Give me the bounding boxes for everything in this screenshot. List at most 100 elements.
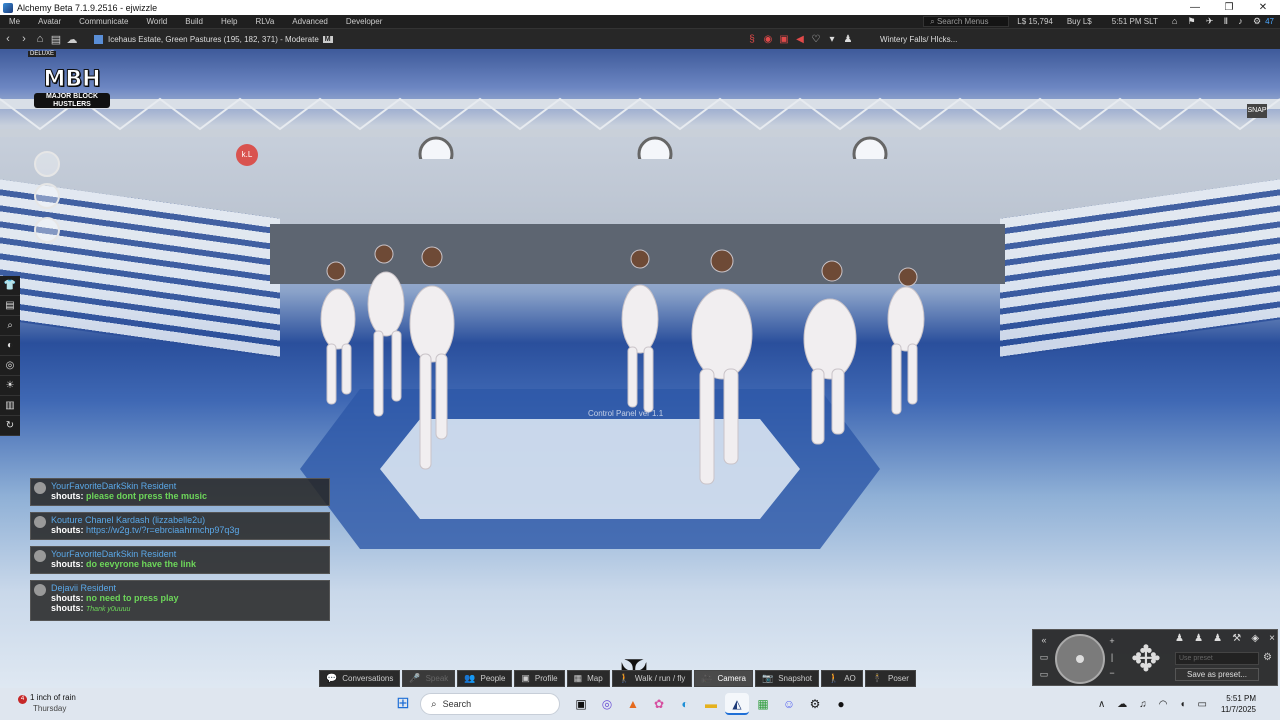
chat-sender[interactable]: YourFavoriteDarkSkin Resident — [51, 549, 325, 559]
camera-front-icon[interactable]: ▭ — [1037, 649, 1051, 666]
taskbar-clock[interactable]: 5:51 PM 11/7/2025 — [1221, 693, 1256, 715]
battery-icon[interactable]: ▭ — [1198, 699, 1207, 710]
ao-button[interactable]: 🚶 AO — [821, 670, 863, 687]
snapshot-button[interactable]: 📷 Snapshot — [754, 670, 819, 687]
mbh-logo[interactable]: DELUXE MBH MAJOR BLOCK HUSTLERS — [24, 49, 120, 115]
maximize-button[interactable]: ❐ — [1212, 2, 1246, 13]
no-voice-icon[interactable]: ◀ — [792, 34, 808, 45]
walk-run-fly-button[interactable]: 🚶 Walk / run / fly — [611, 670, 693, 687]
refresh-icon[interactable]: ↻ — [0, 416, 20, 436]
no-script-icon[interactable]: § — [744, 34, 760, 45]
collapse-icon[interactable]: « — [1037, 632, 1051, 649]
lock-icon[interactable]: ⌂ — [1172, 16, 1177, 26]
inventory-icon[interactable]: ▤ — [0, 296, 20, 316]
zoom-slider[interactable]: + | − — [1107, 633, 1117, 681]
camera-button[interactable]: 🎥 Camera — [694, 670, 753, 687]
people-button[interactable]: 👥 People — [457, 670, 513, 687]
weather-widget[interactable]: 41 inch of rain Thursday — [18, 692, 76, 713]
taskbar-search[interactable]: ⌕ Search — [420, 693, 560, 715]
favorite-heart-icon[interactable]: ♡ — [808, 34, 824, 45]
pan-arrows-icon[interactable]: ✥ — [1121, 634, 1171, 684]
forward-arrow-icon[interactable]: › — [16, 33, 32, 45]
rear-view-icon[interactable]: ♟ — [1213, 633, 1222, 644]
settings-gear-icon[interactable]: ⚙ — [1253, 16, 1261, 26]
settings-icon[interactable]: ⚙ — [803, 693, 827, 715]
poser-button[interactable]: 🕴 Poser — [864, 670, 916, 687]
no-fly-icon[interactable]: ◉ — [760, 34, 776, 45]
search-icon[interactable]: ⌕ — [0, 316, 20, 336]
place-icon[interactable]: ◐ — [0, 336, 20, 356]
pause-icon[interactable]: Ⅱ — [1224, 16, 1228, 26]
menu-avatar[interactable]: Avatar — [29, 17, 70, 26]
hud-button-1[interactable] — [34, 151, 60, 177]
front-view-icon[interactable]: ♟ — [1175, 633, 1184, 644]
mouselook-icon[interactable]: ◈ — [1251, 633, 1259, 644]
object-view-icon[interactable]: ⚒ — [1232, 633, 1241, 644]
buy-currency-button[interactable]: Buy L$ — [1067, 17, 1092, 26]
copilot-app-icon[interactable]: ✿ — [647, 693, 671, 715]
orbit-joystick[interactable] — [1055, 634, 1105, 684]
close-button[interactable]: ✕ — [1246, 2, 1280, 13]
profile-button[interactable]: ▣ Profile — [514, 670, 565, 687]
save-preset-button[interactable]: Save as preset... — [1175, 668, 1259, 681]
menu-advanced[interactable]: Advanced — [283, 17, 337, 26]
menu-rlva[interactable]: RLVa — [246, 17, 283, 26]
dropdown-icon[interactable]: ▾ — [824, 34, 840, 45]
file-explorer-icon[interactable]: ▬ — [699, 693, 723, 715]
zoom-out-icon[interactable]: − — [1107, 665, 1117, 681]
app-dark-icon[interactable]: ● — [829, 693, 853, 715]
tray-overflow-icon[interactable]: ∧ — [1098, 699, 1105, 710]
radar-icon[interactable]: ◎ — [0, 356, 20, 376]
menu-world[interactable]: World — [137, 17, 176, 26]
stats-icon[interactable]: ▥ — [0, 396, 20, 416]
snapshot-hud[interactable]: SNAP — [1247, 104, 1267, 118]
run-icon[interactable]: ✈ — [1206, 16, 1214, 26]
balance[interactable]: L$ 15,794 — [1017, 17, 1053, 26]
hud-button-3[interactable] — [34, 217, 60, 243]
chat-toast[interactable]: YourFavoriteDarkSkin Resident shouts: pl… — [30, 478, 330, 506]
wifi-icon[interactable]: ◠ — [1159, 699, 1168, 710]
menu-communicate[interactable]: Communicate — [70, 17, 137, 26]
task-view-icon[interactable]: ▣ — [569, 693, 593, 715]
chat-toast[interactable]: Kouture Chanel Kardash (lizzabelle2u) sh… — [30, 512, 330, 540]
discord-icon[interactable]: ☺ — [777, 693, 801, 715]
appearance-icon[interactable]: 👕 — [0, 276, 20, 296]
copilot-icon[interactable]: ◎ — [595, 693, 619, 715]
app-green-icon[interactable]: ▦ — [751, 693, 775, 715]
walk-icon[interactable]: ⚑ — [1188, 16, 1196, 26]
chat-link[interactable]: https://w2g.tv/?r=ebrciaahrmchp97q3g — [86, 525, 239, 535]
back-arrow-icon[interactable]: ‹ — [0, 33, 16, 45]
hud-button-2[interactable] — [34, 183, 60, 209]
side-view-icon[interactable]: ♟ — [1194, 633, 1203, 644]
alchemy-viewer-icon[interactable]: ◭ — [725, 693, 749, 715]
red-hud-button[interactable]: k.L — [236, 144, 258, 166]
camera-gear-icon[interactable]: ⚙ — [1263, 652, 1272, 663]
chat-toast[interactable]: Dejavii Resident shouts: no need to pres… — [30, 580, 330, 621]
edge-icon[interactable]: ◐ — [673, 693, 697, 715]
chat-sender[interactable]: Kouture Chanel Kardash (lizzabelle2u) — [51, 515, 325, 525]
parcel-media-title[interactable]: Wintery Falls/ HIcks... — [880, 35, 957, 44]
microphone-icon[interactable]: ♫ — [1139, 699, 1147, 710]
app-a-icon[interactable]: ▲ — [621, 693, 645, 715]
volume-icon[interactable]: ♪ — [1238, 16, 1243, 26]
menu-me[interactable]: Me — [0, 17, 29, 26]
speak-button[interactable]: 🎤 Speak — [402, 670, 456, 687]
conversations-button[interactable]: 💬 Conversations — [319, 670, 401, 687]
home-icon[interactable]: ⌂ — [32, 33, 48, 45]
speaker-icon[interactable]: ◖ — [1180, 699, 1186, 710]
menu-search-input[interactable]: ⌕ Search Menus — [923, 16, 1010, 27]
zoom-in-icon[interactable]: + — [1107, 633, 1117, 649]
menu-build[interactable]: Build — [176, 17, 212, 26]
map-button[interactable]: ▦ Map — [566, 670, 610, 687]
windows-start-icon[interactable]: ⊞ — [392, 693, 414, 715]
menu-developer[interactable]: Developer — [337, 17, 391, 26]
menu-help[interactable]: Help — [212, 17, 246, 26]
chat-toast[interactable]: YourFavoriteDarkSkin Resident shouts: do… — [30, 546, 330, 574]
camera-close-icon[interactable]: × — [1269, 633, 1275, 644]
use-preset-dropdown[interactable]: Use preset — [1175, 652, 1259, 665]
camera-side-icon[interactable]: ▭ — [1037, 666, 1051, 683]
chat-sender[interactable]: Dejavii Resident — [51, 583, 325, 593]
environment-icon[interactable]: ☀ — [0, 376, 20, 396]
chat-sender[interactable]: YourFavoriteDarkSkin Resident — [51, 481, 325, 491]
cloud-sync-icon[interactable]: ☁ — [1117, 699, 1127, 710]
